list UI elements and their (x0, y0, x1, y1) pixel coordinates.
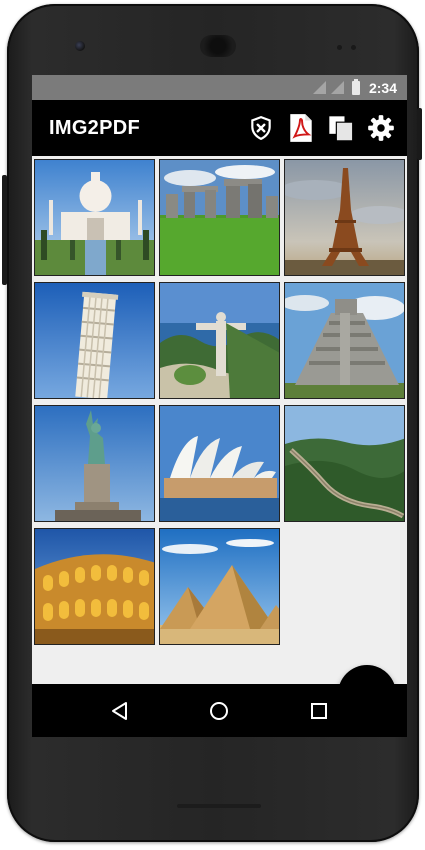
shield-x-icon (251, 116, 271, 141)
great-wall-image[interactable] (284, 405, 405, 522)
screen: 2:34 IMG2PDF (32, 75, 407, 737)
app-title: IMG2PDF (49, 116, 140, 139)
settings-button[interactable] (361, 108, 401, 148)
power-button (417, 108, 422, 160)
app-bar-actions (241, 108, 401, 148)
colosseum-image[interactable] (34, 528, 155, 645)
sydney-opera-house-image[interactable] (159, 405, 280, 522)
phone-frame: 2:34 IMG2PDF (7, 4, 419, 842)
earpiece-speaker (200, 35, 236, 57)
signal-icon (330, 81, 344, 94)
pyramids-giza-image[interactable] (159, 528, 280, 645)
bottom-speaker (177, 804, 261, 808)
copy-pages-button[interactable] (321, 108, 361, 148)
recents-icon (311, 702, 328, 719)
stonehenge-image[interactable] (159, 159, 280, 276)
back-button[interactable] (98, 689, 142, 733)
statue-of-liberty-image[interactable] (34, 405, 155, 522)
status-bar: 2:34 (32, 75, 407, 100)
home-icon (210, 701, 229, 720)
navigation-bar (32, 684, 407, 737)
home-button[interactable] (197, 689, 241, 733)
gear-icon (368, 115, 394, 141)
signal-icon (312, 81, 326, 94)
pdf-icon (290, 114, 312, 142)
taj-mahal-image[interactable] (34, 159, 155, 276)
status-time: 2:34 (368, 79, 397, 96)
volume-button (2, 175, 7, 285)
leaning-tower-pisa-image[interactable] (34, 282, 155, 399)
proximity-sensor (337, 45, 342, 50)
chichen-itza-image[interactable] (284, 282, 405, 399)
back-icon (111, 701, 127, 720)
battery-icon (351, 78, 360, 95)
copy-pages-icon (329, 116, 354, 142)
christ-the-redeemer-image[interactable] (159, 282, 280, 399)
export-pdf-button[interactable] (281, 108, 321, 148)
image-grid (32, 156, 407, 723)
light-sensor (351, 45, 356, 50)
shield-x-button[interactable] (241, 108, 281, 148)
app-bar: IMG2PDF (32, 100, 407, 156)
recents-button[interactable] (297, 689, 341, 733)
front-camera (75, 41, 85, 51)
eiffel-tower-image[interactable] (284, 159, 405, 276)
